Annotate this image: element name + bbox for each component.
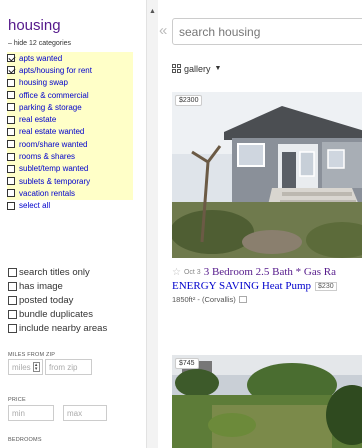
- map-icon[interactable]: [238, 296, 247, 303]
- house-photo: [172, 92, 362, 258]
- category-item[interactable]: parking & storage: [7, 101, 133, 114]
- category-item[interactable]: vacation rentals: [7, 187, 133, 200]
- category-item[interactable]: room/share wanted: [7, 138, 133, 151]
- checkbox[interactable]: [7, 115, 15, 124]
- view-mode-label: gallery: [184, 63, 211, 74]
- listing-title-line2[interactable]: ENERGY SAVING Heat Pump: [172, 280, 311, 292]
- checkbox[interactable]: [7, 103, 15, 112]
- checkbox[interactable]: [7, 201, 15, 210]
- search-input[interactable]: search housing: [172, 18, 362, 45]
- view-mode-dropdown[interactable]: gallery ▼: [172, 59, 230, 78]
- listing-price-tag: $2300: [175, 95, 203, 106]
- category-label: vacation rentals: [19, 188, 76, 198]
- category-label: sublets & temporary: [19, 176, 91, 186]
- category-list: apts wanted apts/housing for rent housin…: [7, 52, 133, 212]
- grid-icon: [172, 64, 181, 73]
- category-item[interactable]: rooms & shares: [7, 150, 133, 163]
- max-price-input[interactable]: max: [63, 405, 107, 421]
- category-item[interactable]: housing swap: [7, 76, 133, 89]
- favorite-star-icon[interactable]: ☆: [172, 267, 181, 278]
- min-price-input[interactable]: min: [8, 405, 54, 421]
- hide-categories-link[interactable]: – hide 12 categories: [8, 40, 71, 47]
- checkbox[interactable]: [8, 309, 17, 319]
- scroll-up-icon[interactable]: ▲: [149, 8, 156, 15]
- category-item[interactable]: apts wanted: [7, 52, 133, 65]
- listing-title-link[interactable]: 3 Bedroom 2.5 Bath * Gas Ra: [204, 266, 336, 278]
- listing-price-tag: $745: [175, 358, 199, 369]
- category-item[interactable]: real estate: [7, 113, 133, 126]
- checkbox[interactable]: [7, 152, 15, 161]
- checkbox-checked[interactable]: [7, 54, 15, 63]
- category-item[interactable]: real estate wanted: [7, 125, 133, 139]
- yard-photo: [172, 355, 362, 448]
- category-title[interactable]: housing: [8, 17, 61, 34]
- category-item[interactable]: sublets & temporary: [7, 174, 133, 188]
- search-placeholder: search housing: [179, 24, 261, 39]
- category-label: housing swap: [19, 78, 68, 88]
- filter-search-titles[interactable]: search titles only: [8, 265, 144, 279]
- category-label: office & commercial: [19, 90, 89, 100]
- category-label: real estate: [19, 115, 57, 125]
- category-label: parking & storage: [19, 102, 82, 112]
- price-label: PRICE: [8, 397, 26, 403]
- category-label: sublet/temp wanted: [19, 164, 89, 174]
- filter-nearby-areas[interactable]: include nearby areas: [8, 321, 144, 335]
- category-label: room/share wanted: [19, 139, 88, 149]
- checkbox[interactable]: [7, 189, 15, 198]
- category-item[interactable]: sublet/temp wanted: [7, 162, 133, 175]
- filter-label: has image: [19, 280, 63, 292]
- checkbox[interactable]: [7, 78, 15, 87]
- category-label: apts wanted: [19, 53, 63, 63]
- category-label: rooms & shares: [19, 152, 76, 162]
- collapse-sidebar-icon[interactable]: «: [159, 22, 167, 39]
- checkbox[interactable]: [7, 177, 15, 186]
- listing-inline-price: $230: [315, 281, 337, 291]
- max-placeholder: max: [67, 408, 83, 418]
- sidebar-scrollbar[interactable]: ▲: [146, 0, 158, 448]
- listing-image[interactable]: $745: [172, 355, 362, 448]
- listing-image[interactable]: $2300: [172, 92, 362, 258]
- miles-stepper[interactable]: ▴ ▾: [32, 362, 40, 372]
- category-label: real estate wanted: [19, 127, 85, 137]
- checkbox[interactable]: [7, 91, 15, 100]
- listing-meta: 1850ft² - (Corvallis): [172, 295, 236, 304]
- filter-label: search titles only: [19, 266, 90, 278]
- miles-input[interactable]: miles ▴ ▾: [8, 359, 43, 375]
- miles-from-zip-label: MILES FROM ZIP: [8, 352, 56, 358]
- zip-input[interactable]: from zip: [45, 359, 92, 375]
- filter-label: bundle duplicates: [19, 308, 93, 320]
- checkbox[interactable]: [7, 127, 15, 136]
- checkbox[interactable]: [7, 164, 15, 173]
- checkbox[interactable]: [8, 295, 17, 305]
- filter-posted-today[interactable]: posted today: [8, 293, 144, 307]
- checkbox[interactable]: [8, 267, 17, 277]
- listing-info: ☆ Oct 3 3 Bedroom 2.5 Bath * Gas Ra ENER…: [172, 266, 362, 304]
- miles-placeholder: miles: [12, 362, 31, 372]
- checkbox[interactable]: [8, 281, 17, 291]
- min-placeholder: min: [12, 408, 25, 418]
- filter-has-image[interactable]: has image: [8, 279, 144, 293]
- select-all-label: select all: [19, 201, 51, 211]
- filter-label: posted today: [19, 294, 74, 306]
- filter-sidebar: housing – hide 12 categories apts wanted…: [0, 0, 146, 448]
- checkbox-checked[interactable]: [7, 66, 15, 75]
- results-panel: « search housing gallery ▼ $2300 ☆ Oct 3…: [158, 0, 362, 448]
- category-item[interactable]: apts/housing for rent: [7, 64, 133, 77]
- listing-date: Oct 3: [183, 268, 201, 276]
- filter-label: include nearby areas: [19, 322, 108, 334]
- bedrooms-label: BEDROOMS: [8, 437, 42, 443]
- select-all-item[interactable]: select all: [7, 200, 133, 212]
- category-label: apts/housing for rent: [19, 65, 92, 75]
- checkbox[interactable]: [8, 323, 17, 333]
- filter-bundle-duplicates[interactable]: bundle duplicates: [8, 307, 144, 321]
- checkbox[interactable]: [7, 140, 15, 149]
- category-item[interactable]: office & commercial: [7, 88, 133, 102]
- zip-placeholder: from zip: [49, 362, 78, 372]
- search-filters: search titles only has image posted toda…: [8, 265, 144, 335]
- dropdown-caret-icon: ▼: [214, 65, 222, 72]
